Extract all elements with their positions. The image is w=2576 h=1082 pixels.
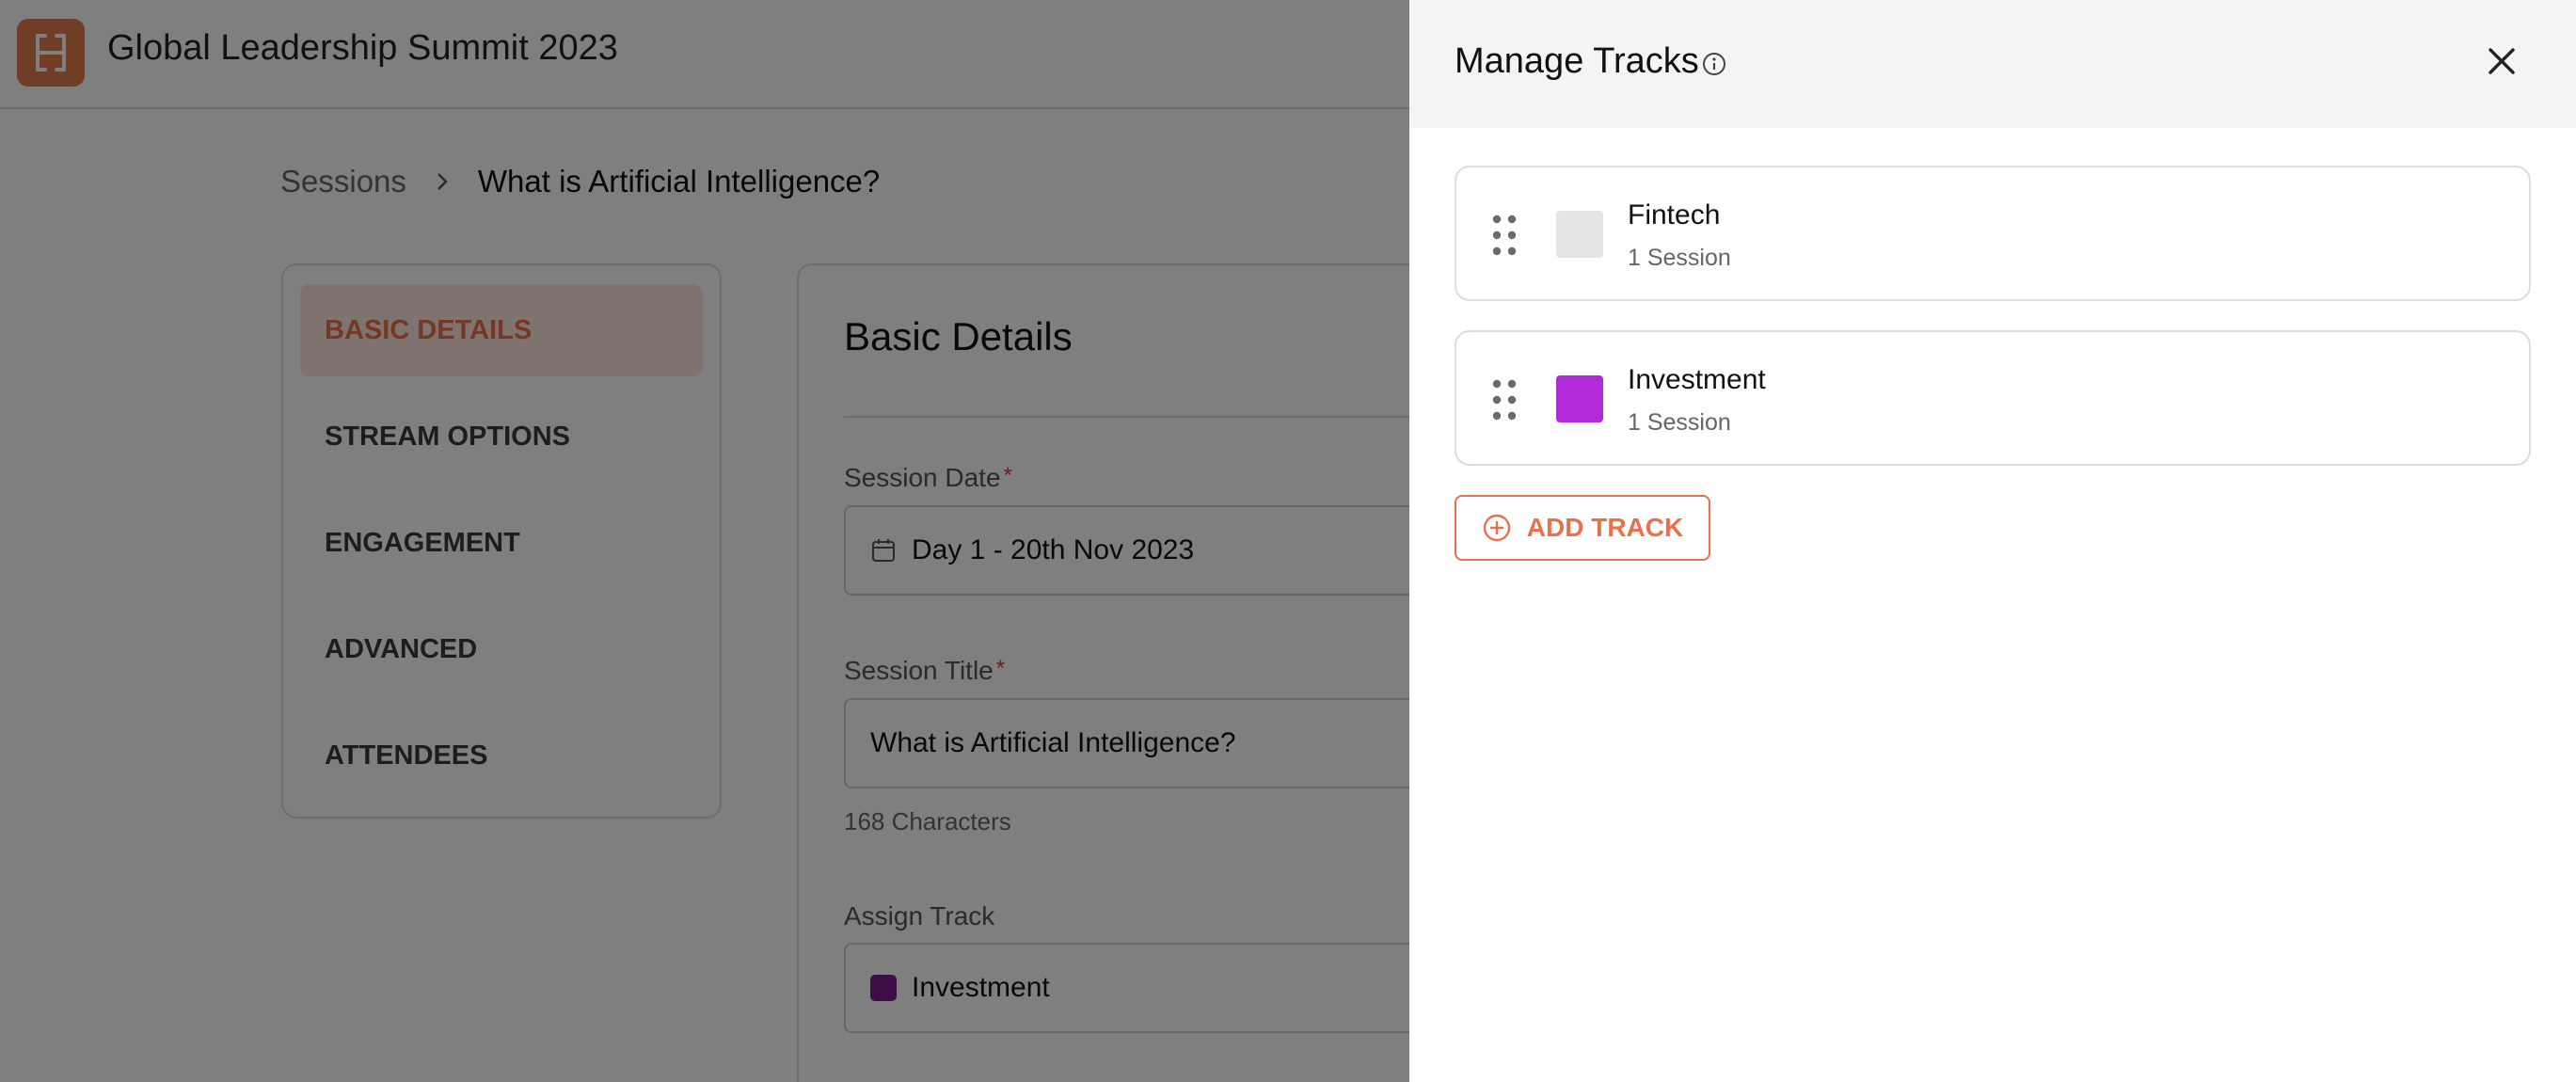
drawer-header: Manage Tracks <box>1409 0 2576 128</box>
track-card-fintech[interactable]: Fintech 1 Session <box>1455 166 2531 301</box>
manage-tracks-drawer: Manage Tracks Fintech 1 Session Investme… <box>1409 0 2576 1082</box>
track-session-count: 1 Session <box>1628 245 1731 271</box>
add-track-button[interactable]: ADD TRACK <box>1455 495 1710 561</box>
track-color-swatch[interactable] <box>1556 211 1603 258</box>
track-card-investment[interactable]: Investment 1 Session <box>1455 330 2531 466</box>
drawer-title: Manage Tracks <box>1455 41 1699 81</box>
track-session-count: 1 Session <box>1628 409 1731 436</box>
track-name: Fintech <box>1628 199 1721 231</box>
track-color-swatch[interactable] <box>1556 375 1603 422</box>
drag-handle-icon[interactable] <box>1492 379 1517 425</box>
track-name: Investment <box>1628 364 1766 395</box>
plus-circle-icon <box>1482 513 1512 543</box>
close-icon[interactable] <box>2480 40 2523 83</box>
drag-handle-icon[interactable] <box>1492 215 1517 261</box>
modal-backdrop[interactable] <box>0 0 1409 1082</box>
info-icon[interactable] <box>1701 51 1727 82</box>
add-track-label: ADD TRACK <box>1526 513 1684 542</box>
